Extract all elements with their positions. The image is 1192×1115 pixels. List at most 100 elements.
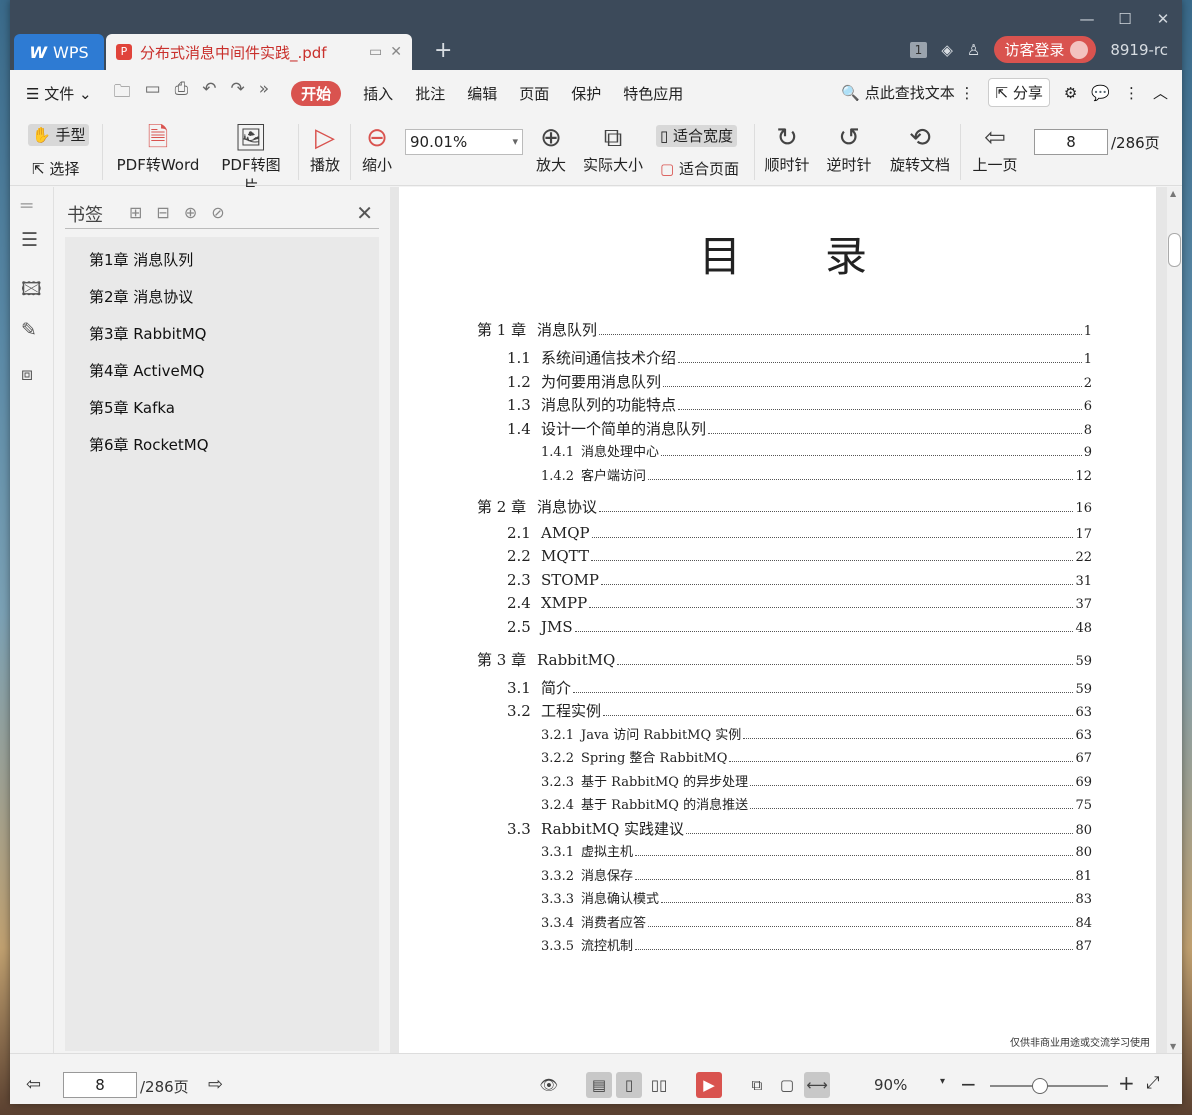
rotate-clockwise-button[interactable]: ↻ 顺时针 [762, 122, 812, 175]
toc-entry[interactable]: 2.5 JMS 48 [507, 618, 1092, 636]
toc-entry[interactable]: 3.3 RabbitMQ 实践建议 80 [507, 818, 1092, 839]
zoom-plus-icon[interactable]: + [1118, 1071, 1135, 1095]
comment-icon[interactable]: 💬 [1091, 84, 1110, 102]
pdf-to-word-button[interactable]: 🗎 PDF转Word [114, 122, 202, 175]
scroll-thumb[interactable] [1168, 233, 1181, 267]
thumbnail-icon[interactable]: 🖾 [21, 275, 42, 307]
tab-edit[interactable]: 编辑 [467, 83, 497, 104]
tab-document[interactable]: P 分布式消息中间件实践_.pdf ▭ ✕ [106, 34, 412, 70]
toc-entry[interactable]: 3.2.2 Spring 整合 RabbitMQ 67 [541, 747, 1092, 766]
share-button[interactable]: ⇱ 分享 [988, 78, 1050, 107]
maximize-icon[interactable]: ☐ [1106, 6, 1144, 32]
toc-entry[interactable]: 3.3.1 虚拟主机 80 [541, 841, 1092, 860]
toc-entry[interactable]: 2.3 STOMP 31 [507, 571, 1092, 589]
bookmark-item-ch2[interactable]: 第2章 消息协议 [89, 286, 193, 307]
tab-protect[interactable]: 保护 [571, 83, 601, 104]
prev-page-icon[interactable]: ⇦ [26, 1074, 41, 1095]
toc-entry[interactable]: 2.2 MQTT 22 [507, 547, 1092, 565]
eye-protect-icon[interactable]: 👁 [536, 1072, 562, 1098]
bookmark-item-ch3[interactable]: 第3章 RabbitMQ [89, 323, 206, 344]
pdf-to-image-button[interactable]: 🖼 PDF转图片 [214, 122, 288, 196]
next-page-icon[interactable]: ⇨ [208, 1074, 223, 1095]
zoom-percent[interactable]: 90% [874, 1076, 907, 1094]
double-page-icon[interactable]: ▯▯ [646, 1072, 672, 1098]
zoom-slider[interactable] [990, 1078, 1108, 1094]
collapse-all-icon[interactable]: ⊟ [156, 203, 169, 222]
toc-entry[interactable]: 1.1 系统间通信技术介绍 1 [507, 347, 1092, 368]
toc-entry[interactable]: 1.4 设计一个简单的消息队列 8 [507, 418, 1092, 439]
fit-page-button[interactable]: ▢ 适合页面 [660, 158, 739, 179]
tab-features[interactable]: 特色应用 [623, 83, 683, 104]
fit-page-status-icon[interactable]: ▢ [774, 1072, 800, 1098]
open-folder-icon[interactable]: 🗀 [114, 79, 131, 108]
status-page-input[interactable]: 8 [63, 1072, 137, 1098]
toc-entry[interactable]: 第 3 章 RabbitMQ 59 [477, 649, 1092, 670]
previous-page-button[interactable]: ⇦ 上一页 [970, 122, 1020, 175]
scroll-down-icon[interactable]: ▼ [1170, 1042, 1176, 1051]
more-chevron-icon[interactable]: » [259, 79, 269, 108]
file-menu[interactable]: ☰ 文件 ⌄ [26, 83, 92, 104]
rotate-document-button[interactable]: ⟲ 旋转文档 [888, 122, 952, 175]
fit-width-button[interactable]: ▯ 适合宽度 [656, 125, 738, 147]
select-tool-button[interactable]: ⇱ 选择 [32, 158, 79, 179]
more-icon[interactable]: ⋮ [1124, 84, 1139, 102]
print-icon[interactable]: ⎙ [175, 79, 189, 108]
annotation-icon[interactable]: ✎ [21, 319, 37, 341]
workspace-badge[interactable]: 1 [909, 41, 928, 58]
single-page-icon[interactable]: ▯ [616, 1072, 642, 1098]
toc-entry[interactable]: 1.3 消息队列的功能特点 6 [507, 394, 1092, 415]
vertical-scrollbar[interactable]: ▲ ▼ [1167, 187, 1182, 1053]
tab-insert[interactable]: 插入 [363, 83, 393, 104]
toc-entry[interactable]: 1.2 为何要用消息队列 2 [507, 371, 1092, 392]
redo-icon[interactable]: ↷ [231, 79, 245, 108]
play-slideshow-icon[interactable]: ▶ [696, 1072, 722, 1098]
bookmark-item-ch5[interactable]: 第5章 Kafka [89, 397, 175, 418]
tab-wps-home[interactable]: W WPS [14, 34, 104, 70]
continuous-view-icon[interactable]: ▤ [586, 1072, 612, 1098]
toc-entry[interactable]: 3.3.4 消费者应答 84 [541, 912, 1092, 931]
toc-entry[interactable]: 3.2 工程实例 63 [507, 700, 1092, 721]
bookmark-item-ch1[interactable]: 第1章 消息队列 [89, 249, 193, 270]
skin-icon[interactable]: ◈ [941, 41, 953, 59]
actual-size-button[interactable]: ⧉ 实际大小 [582, 122, 644, 175]
toc-entry[interactable]: 3.3.5 流控机制 87 [541, 935, 1092, 954]
zoom-in-button[interactable]: ⊕ 放大 [534, 122, 568, 175]
collapse-ribbon-icon[interactable]: ︿ [1153, 82, 1168, 103]
toc-entry[interactable]: 3.1 简介 59 [507, 677, 1092, 698]
page-number-input[interactable]: 8 [1034, 129, 1108, 155]
toc-entry[interactable]: 3.3.3 消息确认模式 83 [541, 888, 1092, 907]
bookmark-item-ch4[interactable]: 第4章 ActiveMQ [89, 360, 204, 381]
add-bookmark-icon[interactable]: ⊕ [184, 203, 197, 222]
document-viewport[interactable]: 目录 第 1 章消息队列 1 1.1 系统间通信技术介绍 1 1.2 为何要用消息队列 2 1.… [390, 187, 1167, 1053]
zoom-dropdown-icon[interactable]: ▾ [940, 1076, 945, 1087]
scroll-up-icon[interactable]: ▲ [1170, 189, 1176, 198]
tab-annotate[interactable]: 批注 [415, 83, 445, 104]
pin-icon[interactable]: ▭ [369, 44, 382, 60]
toc-entry[interactable]: 1.4.1 消息处理中心 9 [541, 441, 1092, 460]
rotate-counterclockwise-button[interactable]: ↺ 逆时针 [824, 122, 874, 175]
play-button[interactable]: ▷ 播放 [308, 122, 342, 175]
fullscreen-icon[interactable]: ⤢ [1146, 1073, 1160, 1093]
toc-entry[interactable]: 第 1 章消息队列 1 [477, 319, 1092, 340]
bookmark-item-ch6[interactable]: 第6章 RocketMQ [89, 434, 209, 455]
zoom-out-button[interactable]: ⊖ 缩小 [360, 122, 394, 175]
actual-size-status-icon[interactable]: ⧉ [744, 1072, 770, 1098]
toc-entry[interactable]: 1.4.2 客户端访问 12 [541, 465, 1092, 484]
zoom-slider-knob[interactable] [1032, 1078, 1048, 1094]
save-icon[interactable]: ▭ [145, 79, 161, 108]
close-window-icon[interactable]: ✕ [1144, 6, 1182, 32]
search-text-button[interactable]: 🔍 点此查找文本 ⋮ [841, 82, 974, 103]
outline-icon[interactable]: ☰ [21, 229, 38, 251]
expand-all-icon[interactable]: ⊞ [129, 203, 142, 222]
toc-entry[interactable]: 3.3.2 消息保存 81 [541, 865, 1092, 884]
close-panel-icon[interactable]: ✕ [356, 201, 373, 225]
zoom-select[interactable]: 90.01% [405, 129, 523, 155]
bookmark-panel-icon[interactable]: ⧈ [21, 363, 33, 385]
close-tab-icon[interactable]: ✕ [390, 44, 402, 60]
settings-icon[interactable]: ⚙ [1064, 84, 1077, 102]
hand-tool-button[interactable]: ✋ 手型 [28, 124, 90, 146]
undo-icon[interactable]: ↶ [202, 79, 216, 108]
zoom-minus-icon[interactable]: − [960, 1072, 977, 1096]
tab-page[interactable]: 页面 [519, 83, 549, 104]
toc-entry[interactable]: 2.1 AMQP 17 [507, 524, 1092, 542]
